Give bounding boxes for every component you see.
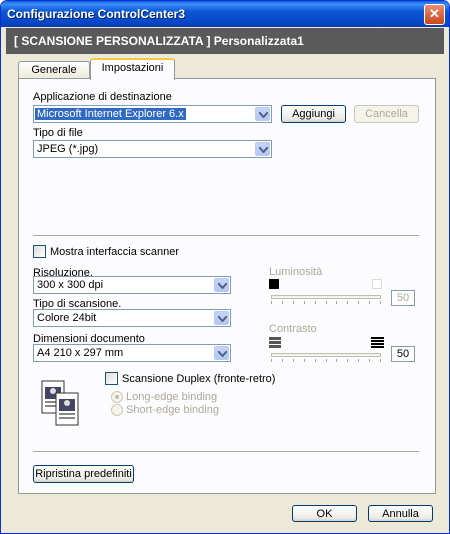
tab-label: Generale <box>31 64 77 76</box>
slider-tick <box>369 359 370 362</box>
duplex-label: Scansione Duplex (fronte-retro) <box>122 373 276 385</box>
window-title: Configurazione ControlCenter3 <box>7 7 186 21</box>
black-square-icon <box>269 279 279 289</box>
slider-tick <box>380 301 381 304</box>
dropdown-arrow-icon <box>255 107 270 121</box>
contrast-high-icon <box>371 337 384 352</box>
settings-panel: Applicazione di destinazione Microsoft I… <box>18 78 436 494</box>
slider-tick <box>336 359 337 362</box>
slider-tick <box>358 301 359 304</box>
file-type-label: Tipo di file <box>33 127 83 139</box>
contrast-slider[interactable] <box>271 353 381 357</box>
slider-tick <box>326 359 327 362</box>
brightness-label: Luminosità <box>269 266 323 278</box>
scanner-interface-checkbox[interactable] <box>33 245 46 258</box>
add-button[interactable]: Aggiungi <box>281 105 346 123</box>
contrast-ticks <box>271 359 381 363</box>
slider-tick <box>380 359 381 362</box>
add-button-label: Aggiungi <box>292 108 335 120</box>
dropdown-arrow-icon <box>214 311 229 325</box>
close-button[interactable]: ✕ <box>424 4 445 25</box>
cancel-button-label: Annulla <box>382 508 419 520</box>
slider-tick <box>358 359 359 362</box>
resolution-value: 300 x 300 dpi <box>37 279 104 291</box>
slider-thumb[interactable] <box>326 289 327 290</box>
brightness-slider[interactable] <box>271 295 381 299</box>
dropdown-arrow-icon <box>214 346 229 360</box>
slider-tick <box>315 359 316 362</box>
resolution-select[interactable]: 300 x 300 dpi <box>33 276 231 294</box>
restore-defaults-button[interactable]: Ripristina predefiniti <box>33 465 134 483</box>
long-edge-radio[interactable] <box>111 391 123 403</box>
slider-tick <box>271 359 272 362</box>
destination-select[interactable]: Microsoft Internet Explorer 6.x <box>33 105 272 123</box>
slider-thumb[interactable] <box>326 347 327 348</box>
contrast-label: Contrasto <box>269 323 317 335</box>
dropdown-arrow-icon <box>214 278 229 292</box>
slider-tick <box>336 301 337 304</box>
cancel-app-button-label: Cancella <box>365 108 408 120</box>
short-edge-radio[interactable] <box>111 404 123 416</box>
destination-label: Applicazione di destinazione <box>33 91 172 103</box>
slider-tick <box>271 301 272 304</box>
scan-type-select[interactable]: Colore 24bit <box>33 309 231 327</box>
slider-tick <box>304 301 305 304</box>
slider-tick <box>315 301 316 304</box>
ok-button[interactable]: OK <box>292 505 357 522</box>
tab-label: Impostazioni <box>101 62 164 74</box>
brightness-value[interactable]: 50 <box>391 290 415 306</box>
slider-tick <box>293 359 294 362</box>
scanner-interface-label: Mostra interfaccia scanner <box>50 246 179 258</box>
slider-tick <box>347 359 348 362</box>
scan-type-value: Colore 24bit <box>37 312 97 324</box>
slider-tick <box>369 301 370 304</box>
short-edge-label: Short-edge binding <box>126 404 219 416</box>
long-edge-label: Long-edge binding <box>126 391 218 403</box>
restore-defaults-label: Ripristina predefiniti <box>35 468 132 480</box>
separator <box>33 235 419 237</box>
separator <box>33 451 419 453</box>
cancel-button[interactable]: Annulla <box>368 505 433 522</box>
cancel-app-button[interactable]: Cancella <box>354 105 419 123</box>
close-icon: ✕ <box>429 6 440 21</box>
config-window: Configurazione ControlCenter3 ✕ [ SCANSI… <box>0 0 450 534</box>
doc-size-value: A4 210 x 297 mm <box>37 347 124 359</box>
dropdown-arrow-icon <box>255 142 270 156</box>
destination-value: Microsoft Internet Explorer 6.x <box>35 108 186 120</box>
duplex-document-icon <box>41 371 81 432</box>
doc-size-select[interactable]: A4 210 x 297 mm <box>33 344 231 362</box>
contrast-value[interactable]: 50 <box>391 346 415 362</box>
slider-tick <box>293 301 294 304</box>
file-type-value: JPEG (*.jpg) <box>37 143 99 155</box>
brightness-ticks <box>271 301 381 305</box>
white-square-icon <box>372 279 382 289</box>
slider-tick <box>347 301 348 304</box>
ok-button-label: OK <box>316 508 333 520</box>
header-band: [ SCANSIONE PERSONALIZZATA ] Personalizz… <box>6 28 444 54</box>
slider-tick <box>304 359 305 362</box>
title-bar: Configurazione ControlCenter3 ✕ <box>1 1 449 27</box>
duplex-checkbox[interactable] <box>105 372 118 385</box>
tab-generale[interactable]: Generale <box>18 61 90 79</box>
contrast-low-icon <box>269 337 281 352</box>
header-title: [ SCANSIONE PERSONALIZZATA ] Personalizz… <box>14 34 304 48</box>
tab-impostazioni[interactable]: Impostazioni <box>90 58 175 80</box>
file-type-select[interactable]: JPEG (*.jpg) <box>33 140 272 158</box>
slider-tick <box>282 301 283 304</box>
slider-tick <box>282 359 283 362</box>
slider-tick <box>326 301 327 304</box>
